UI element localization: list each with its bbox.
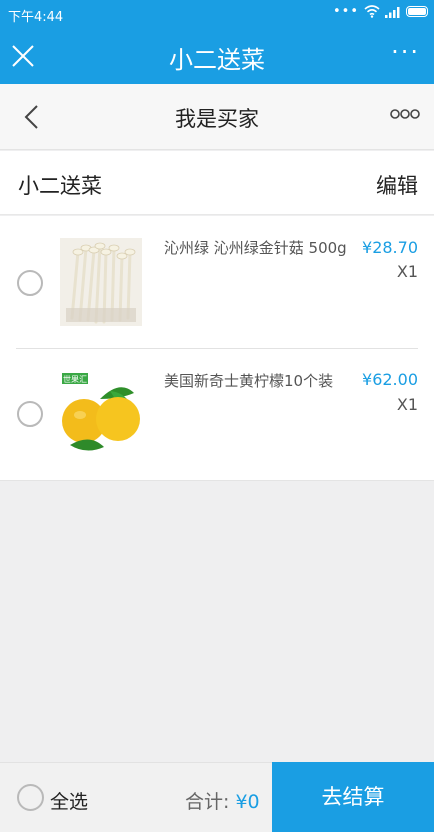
select-all-label[interactable]: 全选	[50, 787, 88, 814]
checkout-button[interactable]: 去结算	[272, 762, 434, 832]
signal-icon	[385, 6, 400, 18]
lemon-image: 世果汇	[60, 369, 142, 457]
app-title: 小二送菜	[169, 46, 265, 74]
page-title: 我是买家	[175, 107, 259, 131]
status-icons: •••	[333, 5, 428, 18]
notification-dots-icon: •••	[332, 4, 359, 19]
item-price: ¥28.70	[362, 238, 418, 257]
status-time: 下午4:44	[8, 10, 64, 25]
total-amount: ¥0	[235, 791, 260, 813]
total-label: 合计:	[185, 791, 230, 813]
item-price: ¥62.00	[362, 370, 418, 389]
shop-name: 小二送菜	[18, 174, 102, 198]
item-quantity: X1	[396, 395, 418, 414]
status-bar: 下午4:44 •••	[0, 0, 434, 28]
cart-item[interactable]: 世果汇 美国新奇士黄柠檬10个装 ¥62.00 X1	[0, 349, 434, 481]
sub-nav-bar: 我是买家	[0, 84, 434, 150]
more-menu-button[interactable]: ···	[391, 40, 420, 64]
enoki-mushroom-image	[60, 238, 142, 326]
wifi-icon	[364, 5, 380, 18]
cart-list: 沁州绿 沁州绿金针菇 500g ¥28.70 X1 世果汇 美国新奇士黄柠檬10…	[0, 216, 434, 481]
item-checkbox[interactable]	[17, 270, 43, 296]
item-name: 美国新奇士黄柠檬10个装	[164, 372, 334, 390]
item-quantity: X1	[396, 262, 418, 281]
item-checkbox[interactable]	[17, 401, 43, 427]
select-all-checkbox[interactable]	[17, 784, 44, 811]
item-name: 沁州绿 沁州绿金针菇 500g	[164, 239, 347, 257]
checkout-bar: 全选 合计: ¥0 去结算	[0, 762, 434, 832]
cart-item[interactable]: 沁州绿 沁州绿金针菇 500g ¥28.70 X1	[0, 216, 434, 349]
more-circles-icon[interactable]	[390, 104, 420, 124]
battery-icon	[406, 6, 428, 17]
app-bar: 小二送菜 ···	[0, 28, 434, 84]
edit-button[interactable]: 编辑	[376, 170, 418, 200]
total: 合计: ¥0	[185, 787, 260, 814]
image-badge: 世果汇	[63, 374, 87, 384]
shop-header: 小二送菜 编辑	[0, 151, 434, 215]
